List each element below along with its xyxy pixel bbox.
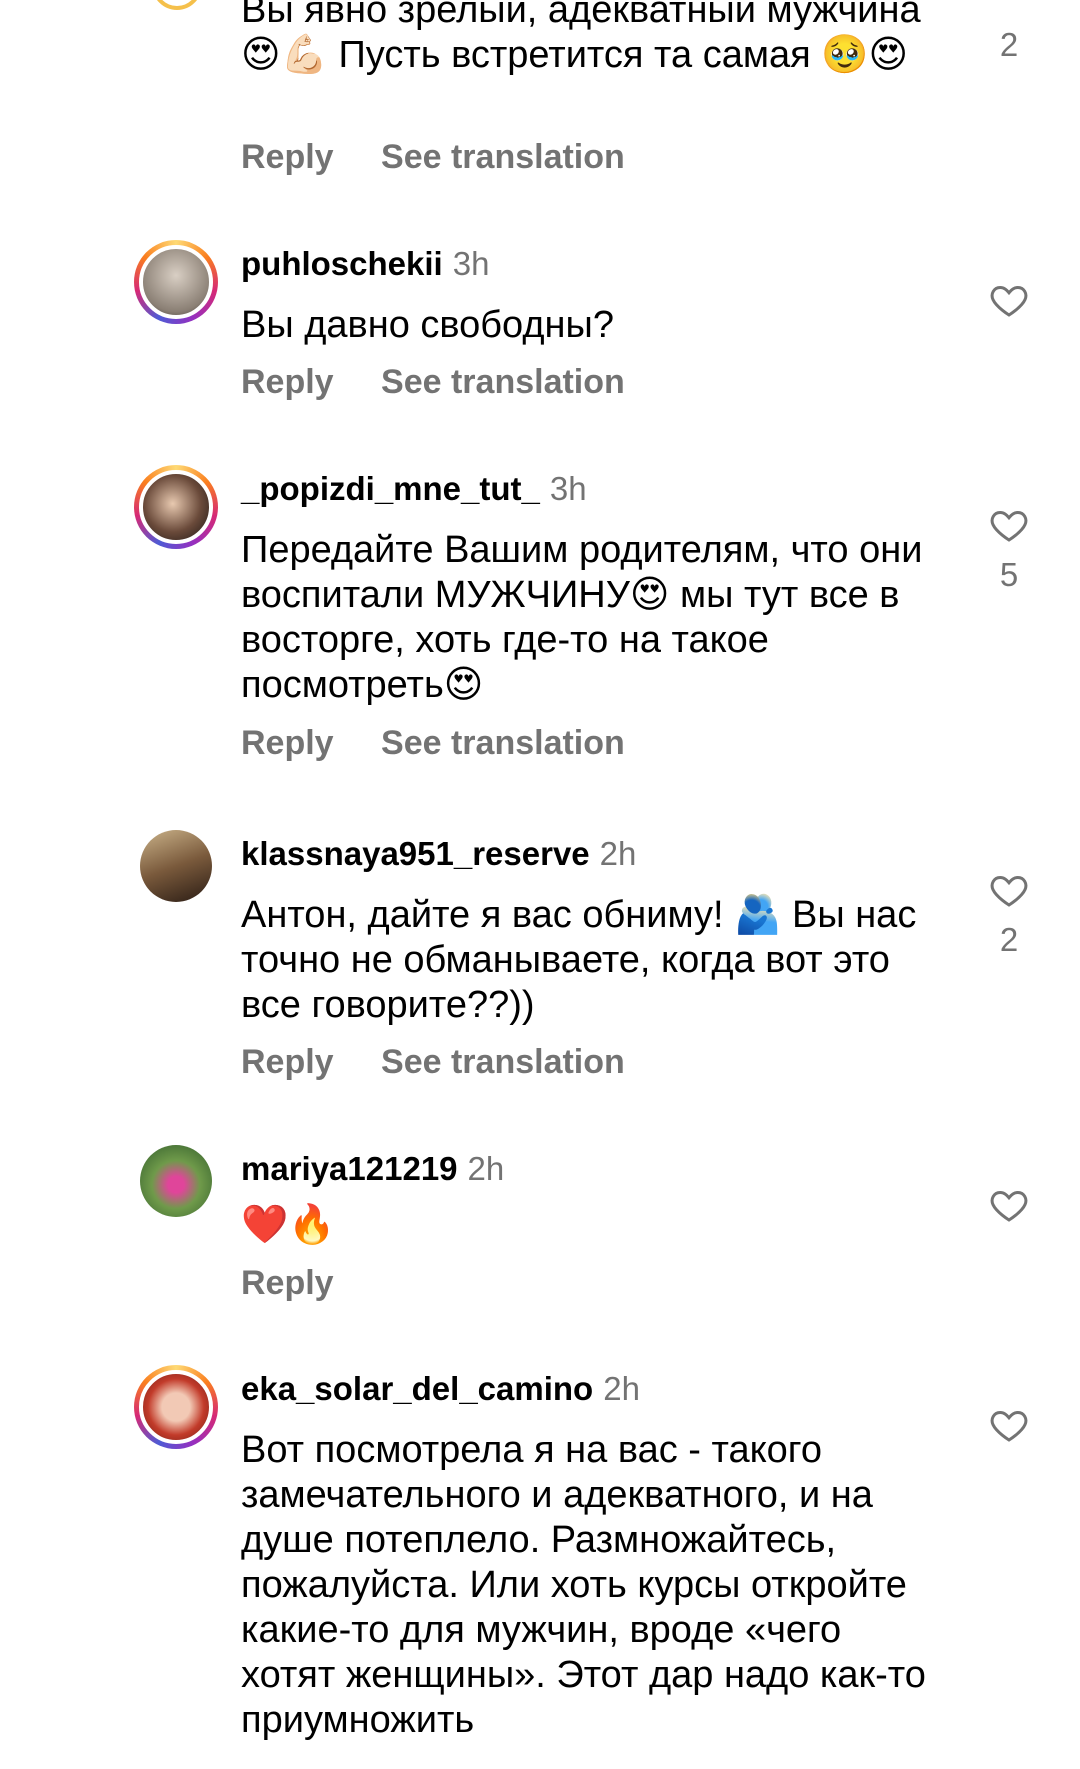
heart-outline-icon — [990, 510, 1028, 542]
comments-list: Вы явно зрелый, адекватный мужчина 😍💪🏻 П… — [0, 0, 1080, 1769]
like-count[interactable]: 2 — [985, 921, 1033, 959]
comment-text: Вы давно свободны? — [241, 304, 614, 346]
username[interactable]: eka_solar_del_camino — [241, 1370, 593, 1407]
like-button[interactable] — [985, 1185, 1033, 1230]
comment-text: Вы явно зрелый, адекватный мужчина 😍💪🏻 П… — [241, 0, 921, 76]
comment-actions: Reply See translation — [241, 137, 663, 177]
avatar[interactable] — [134, 240, 218, 324]
avatar[interactable] — [134, 465, 218, 549]
comment-header: klassnaya951_reserve 2h — [241, 834, 636, 874]
like-button[interactable]: 2 — [985, 870, 1033, 959]
like-control: 2 — [985, 20, 1033, 64]
username[interactable]: klassnaya951_reserve — [241, 835, 590, 872]
like-count[interactable]: 5 — [985, 556, 1033, 594]
see-translation-button[interactable]: See translation — [381, 363, 625, 401]
username[interactable]: _popizdi_mne_tut_ — [241, 470, 540, 507]
heart-outline-icon — [990, 1410, 1028, 1442]
like-button[interactable]: 5 — [985, 505, 1033, 594]
comment-text: Вот посмотрела я на вас - такого замечат… — [241, 1429, 926, 1741]
comment-header: _popizdi_mne_tut_ 3h — [241, 469, 587, 509]
comment-actions: Reply See translation — [241, 362, 663, 402]
reply-button[interactable]: Reply — [241, 1264, 334, 1302]
comment-header: eka_solar_del_camino 2h — [241, 1369, 640, 1409]
comment-header: puhloschekii 3h — [241, 244, 489, 284]
see-translation-button[interactable]: See translation — [381, 724, 625, 762]
see-translation-button[interactable]: See translation — [381, 138, 625, 176]
like-button[interactable] — [985, 280, 1033, 325]
comment-actions: Reply — [241, 1263, 372, 1303]
comment-header: mariya121219 2h — [241, 1149, 504, 1189]
timestamp: 2h — [599, 835, 637, 872]
reply-button[interactable]: Reply — [241, 1043, 334, 1081]
see-translation-button[interactable]: See translation — [381, 1043, 625, 1081]
username[interactable]: mariya121219 — [241, 1150, 458, 1187]
avatar[interactable] — [134, 1365, 218, 1449]
timestamp: 2h — [467, 1150, 505, 1187]
reply-button[interactable]: Reply — [241, 363, 334, 401]
heart-outline-icon — [990, 1190, 1028, 1222]
avatar[interactable] — [140, 830, 212, 902]
reply-button[interactable]: Reply — [241, 138, 334, 176]
timestamp: 3h — [452, 245, 490, 282]
avatar[interactable] — [152, 0, 202, 10]
comment-actions: Reply See translation — [241, 1042, 663, 1082]
comment-text: Антон, дайте я вас обниму! 🫂 Вы нас точн… — [241, 894, 917, 1026]
timestamp: 3h — [549, 470, 587, 507]
username[interactable]: puhloschekii — [241, 245, 443, 282]
comment-actions: Reply See translation — [241, 723, 663, 763]
avatar[interactable] — [140, 1145, 212, 1217]
reply-button[interactable]: Reply — [241, 724, 334, 762]
heart-outline-icon — [990, 285, 1028, 317]
comment-text: Передайте Вашим родителям, что они воспи… — [241, 529, 923, 706]
like-button[interactable] — [985, 1405, 1033, 1450]
timestamp: 2h — [603, 1370, 640, 1407]
heart-outline-icon — [990, 875, 1028, 907]
comment-text: ❤️🔥 — [241, 1204, 336, 1246]
like-count[interactable]: 2 — [985, 26, 1033, 64]
